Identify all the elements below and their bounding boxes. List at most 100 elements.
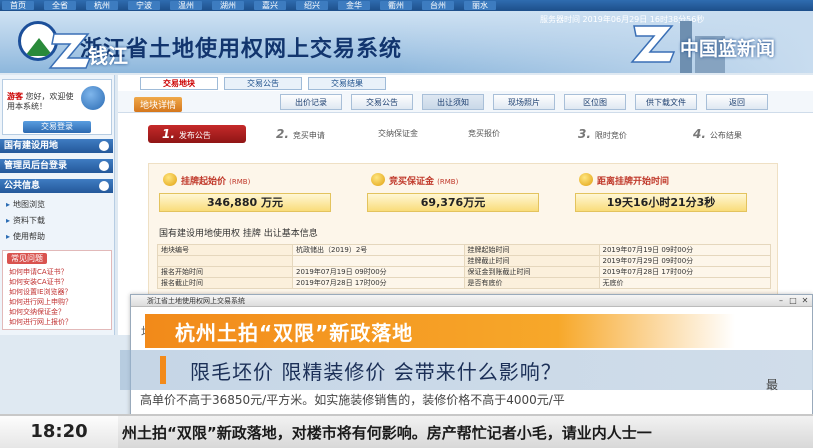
step-deposit: 交纳保证金 (378, 129, 418, 138)
sidebar-item-public-info[interactable]: 公共信息 (0, 179, 113, 193)
countdown-card: 距离挂牌开始时间 19天16小时21分3秒 (575, 172, 755, 218)
table-row: 地块编号 杭政储出（2019）2号 挂牌起始时间 2019年07月19日 09时… (157, 244, 771, 256)
city-link-jinhua[interactable]: 金华 (338, 1, 370, 10)
deposit-value: 69,376万元 (367, 193, 539, 212)
table-cell: 保证金到账截止时间 (463, 266, 600, 278)
table-row: 报名开始时间 2019年07月19日 09时00分 保证金到账截止时间 2019… (157, 266, 771, 278)
key-icon (99, 161, 109, 171)
city-link-province[interactable]: 全省 (44, 1, 76, 10)
table-cell: 2019年07月29日 09时00分 (598, 255, 771, 267)
city-nav-bar: 首页 全省 杭州 宁波 温州 湖州 嘉兴 绍兴 金华 衢州 台州 丽水 (0, 0, 813, 11)
deposit-label: 竞买保证金 (389, 177, 435, 187)
table-cell: 2019年07月28日 17时00分 (292, 277, 465, 289)
faq-link[interactable]: 如何交纳保证金？ (9, 307, 65, 317)
city-link-huzhou[interactable]: 湖州 (212, 1, 244, 10)
close-icon[interactable]: ✕ (800, 296, 810, 305)
popup-text-line: 高单价不高于36850元/平方米。如实施装修销售的，装修价格不高于4000元/平 (140, 393, 565, 407)
deposit-card: 竞买保证金 (RMB) 69,376万元 (367, 172, 547, 218)
start-price-value: 346,880 万元 (159, 193, 331, 212)
city-link-lishui[interactable]: 丽水 (464, 1, 496, 10)
table-cell (157, 255, 293, 267)
city-link-ningbo[interactable]: 宁波 (128, 1, 160, 10)
city-link-wenzhou[interactable]: 温州 (170, 1, 202, 10)
parcel-detail-badge: 地块详情 (134, 97, 183, 112)
table-cell: 2019年07月19日 09时00分 (598, 244, 771, 256)
bid-records-button[interactable]: 出价记录 (280, 94, 342, 110)
channel-logo-z-icon (630, 25, 676, 63)
user-avatar-icon (81, 86, 105, 110)
sidebar-item-admin-login[interactable]: 管理员后台登录 (0, 159, 113, 173)
faq-link[interactable]: 如何进行网上报价？ (9, 317, 72, 327)
ticker-crawl: 州土拍“双限”新政落地，对楼市将有何影响。房产帮忙记者小毛，请业内人士一 (122, 424, 652, 442)
downloads-button[interactable]: 供下载文件 (635, 94, 697, 110)
table-cell: 报名开始时间 (157, 266, 293, 278)
back-button[interactable]: 返回 (706, 94, 768, 110)
table-cell: 2019年07月28日 17时00分 (598, 266, 771, 278)
city-link-home[interactable]: 首页 (2, 1, 34, 10)
clock-icon (579, 173, 593, 186)
start-price-card: 挂牌起始价 (RMB) 346,880 万元 (159, 172, 339, 218)
process-steps: 1. 发布公告 2. 竞买申请 交纳保证金 竞买报价 3. 限时竞价 4. 公布结果 (148, 125, 788, 145)
table-cell: 地块编号 (157, 244, 293, 256)
faq-link[interactable]: 如何安装CA证书？ (9, 277, 68, 287)
table-cell: 挂牌起始时间 (463, 244, 600, 256)
faq-link[interactable]: 如何申请CA证书？ (9, 267, 68, 277)
trade-login-button[interactable]: 交易登录 (23, 121, 91, 133)
transfer-notes-button[interactable]: 出让须知 (422, 94, 484, 110)
news-subhead: 限毛坯价 限精装修价 会带来什么影响？ (190, 360, 562, 384)
tab-trade-notices[interactable]: 交易公告 (224, 77, 302, 90)
city-link-jiaxing[interactable]: 嘉兴 (254, 1, 286, 10)
sidebar-link-map[interactable]: 地图浏览 (6, 199, 45, 210)
tv-logo-text: 钱江 (88, 44, 128, 68)
basic-info-table: 地块编号 杭政储出（2019）2号 挂牌起始时间 2019年07月19日 09时… (157, 244, 771, 289)
basic-info-title: 国有建设用地使用权 挂牌 出让基本信息 (159, 229, 318, 239)
table-row: 挂牌截止时间 2019年07月29日 09时00分 (157, 255, 771, 267)
popup-titlebar[interactable]: 浙江省土地使用权网上交易系统 – □ ✕ (131, 295, 812, 307)
sidebar-link-downloads[interactable]: 资料下载 (6, 215, 45, 226)
table-cell: 报名截止时间 (157, 277, 293, 289)
sidebar-item-label: 公共信息 (4, 181, 41, 191)
greeting-user: 游客 (7, 92, 23, 101)
table-cell: 杭政储出（2019）2号 (292, 244, 465, 256)
main-tabs: 交易地块 交易公告 交易结果 (140, 77, 392, 90)
tv-station-logo-icon: 钱江 (48, 28, 130, 72)
sidebar-item-state-land[interactable]: 国有建设用地 (0, 139, 113, 153)
tab-trade-results[interactable]: 交易结果 (308, 77, 386, 90)
popup-body-text: 高单价不高于36850元/平方米。如实施装修销售的，装修价格不高于4000元/平 (140, 394, 810, 406)
sidebar-item-label: 国有建设用地 (4, 141, 59, 151)
table-row: 报名截止时间 2019年07月28日 17时00分 是否有底价 无底价 (157, 277, 771, 289)
step-results: 4. 公布结果 (693, 127, 742, 141)
countdown-label: 距离挂牌开始时间 (597, 177, 670, 187)
faq-box: 常见问题 如何申请CA证书？ 如何安装CA证书？ 如何设置IE浏览器？ 如何进行… (2, 250, 112, 330)
left-sidebar: 游客 您好，欢迎使用本系统！ 交易登录 国有建设用地 管理员后台登录 公共信息 … (0, 75, 115, 335)
channel-logo-text: 中国蓝新闻 (680, 38, 776, 60)
site-photos-button[interactable]: 现场照片 (493, 94, 555, 110)
tab-trade-parcels[interactable]: 交易地块 (140, 77, 218, 90)
maximize-icon[interactable]: □ (788, 296, 798, 305)
sidebar-link-help[interactable]: 使用帮助 (6, 231, 45, 242)
location-map-button[interactable]: 区位图 (564, 94, 626, 110)
table-cell: 无底价 (598, 277, 771, 289)
faq-title: 常见问题 (7, 253, 47, 264)
city-link-quzhou[interactable]: 衢州 (380, 1, 412, 10)
faq-link[interactable]: 如何进行网上申购？ (9, 297, 72, 307)
broadcast-time: 18:20 (0, 416, 118, 448)
channel-logo-icon: 中国蓝新闻 (630, 22, 810, 66)
table-cell: 2019年07月19日 09时00分 (292, 266, 465, 278)
step-timed-bid: 3. 限时竞价 (578, 127, 627, 141)
faq-link[interactable]: 如何设置IE浏览器？ (9, 287, 72, 297)
table-cell: 是否有底价 (463, 277, 600, 289)
books-icon (99, 181, 109, 191)
trade-notice-button[interactable]: 交易公告 (351, 94, 413, 110)
news-ticker: 18:20 州土拍“双限”新政落地，对楼市将有何影响。房产帮忙记者小毛，请业内人… (0, 414, 813, 448)
minimize-icon[interactable]: – (776, 296, 786, 305)
city-link-hangzhou[interactable]: 杭州 (86, 1, 118, 10)
sidebar-item-label: 管理员后台登录 (4, 161, 68, 171)
news-headline-bar: 杭州土拍“双限”新政落地 (145, 314, 735, 348)
news-headline: 杭州土拍“双限”新政落地 (175, 321, 414, 345)
city-link-taizhou[interactable]: 台州 (422, 1, 454, 10)
city-link-shaoxing[interactable]: 绍兴 (296, 1, 328, 10)
greeting: 游客 您好，欢迎使用本系统！ (7, 92, 77, 112)
step-apply: 2. 竞买申请 (276, 127, 325, 141)
money-bag-icon (371, 173, 385, 186)
